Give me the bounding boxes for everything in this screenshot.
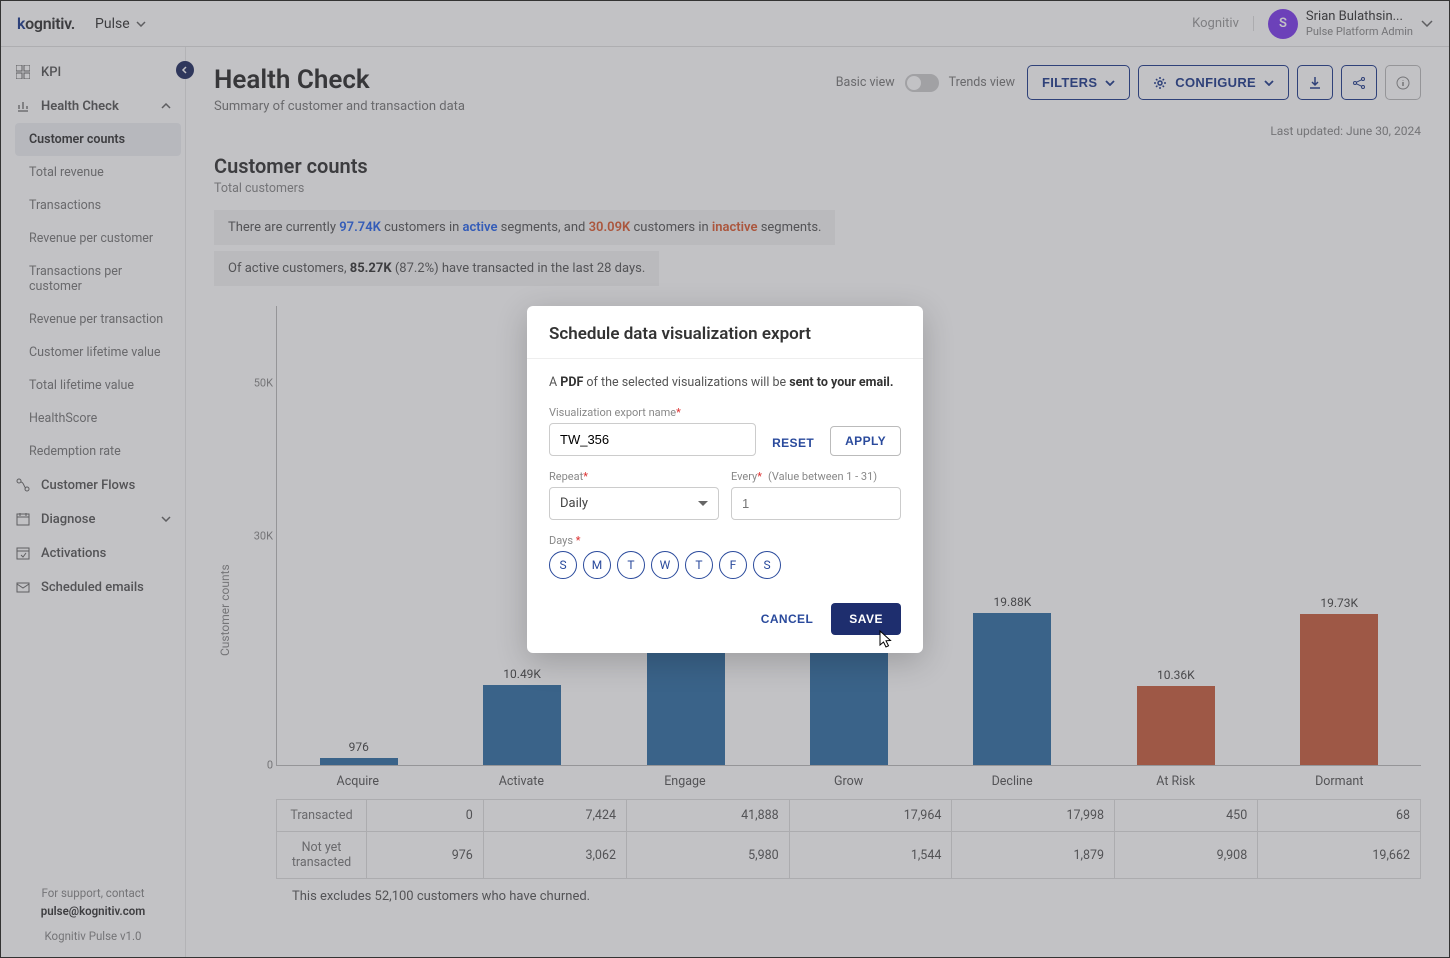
reset-button[interactable]: RESET: [768, 430, 818, 456]
repeat-label: Repeat*: [549, 470, 719, 483]
day-toggle[interactable]: T: [617, 551, 645, 579]
export-name-label: Visualization export name*: [549, 406, 756, 419]
modal-title: Schedule data visualization export: [549, 324, 901, 344]
schedule-export-modal: Schedule data visualization export A PDF…: [527, 306, 923, 653]
modal-overlay: Schedule data visualization export A PDF…: [1, 1, 1449, 957]
day-toggle[interactable]: F: [719, 551, 747, 579]
day-toggle[interactable]: S: [549, 551, 577, 579]
save-button[interactable]: SAVE: [831, 603, 901, 635]
day-toggle[interactable]: W: [651, 551, 679, 579]
repeat-select[interactable]: Daily: [549, 487, 719, 520]
modal-description: A PDF of the selected visualizations wil…: [549, 375, 901, 390]
cursor-icon: [877, 629, 895, 649]
apply-button[interactable]: APPLY: [830, 426, 901, 456]
every-input[interactable]: [731, 487, 901, 520]
export-name-input[interactable]: [549, 423, 756, 456]
day-toggle[interactable]: S: [753, 551, 781, 579]
day-toggle[interactable]: T: [685, 551, 713, 579]
cancel-button[interactable]: CANCEL: [757, 606, 817, 632]
every-label: Every*(Value between 1 - 31): [731, 470, 901, 483]
day-toggle[interactable]: M: [583, 551, 611, 579]
days-label: Days *: [549, 534, 901, 547]
dropdown-icon: [698, 501, 708, 506]
